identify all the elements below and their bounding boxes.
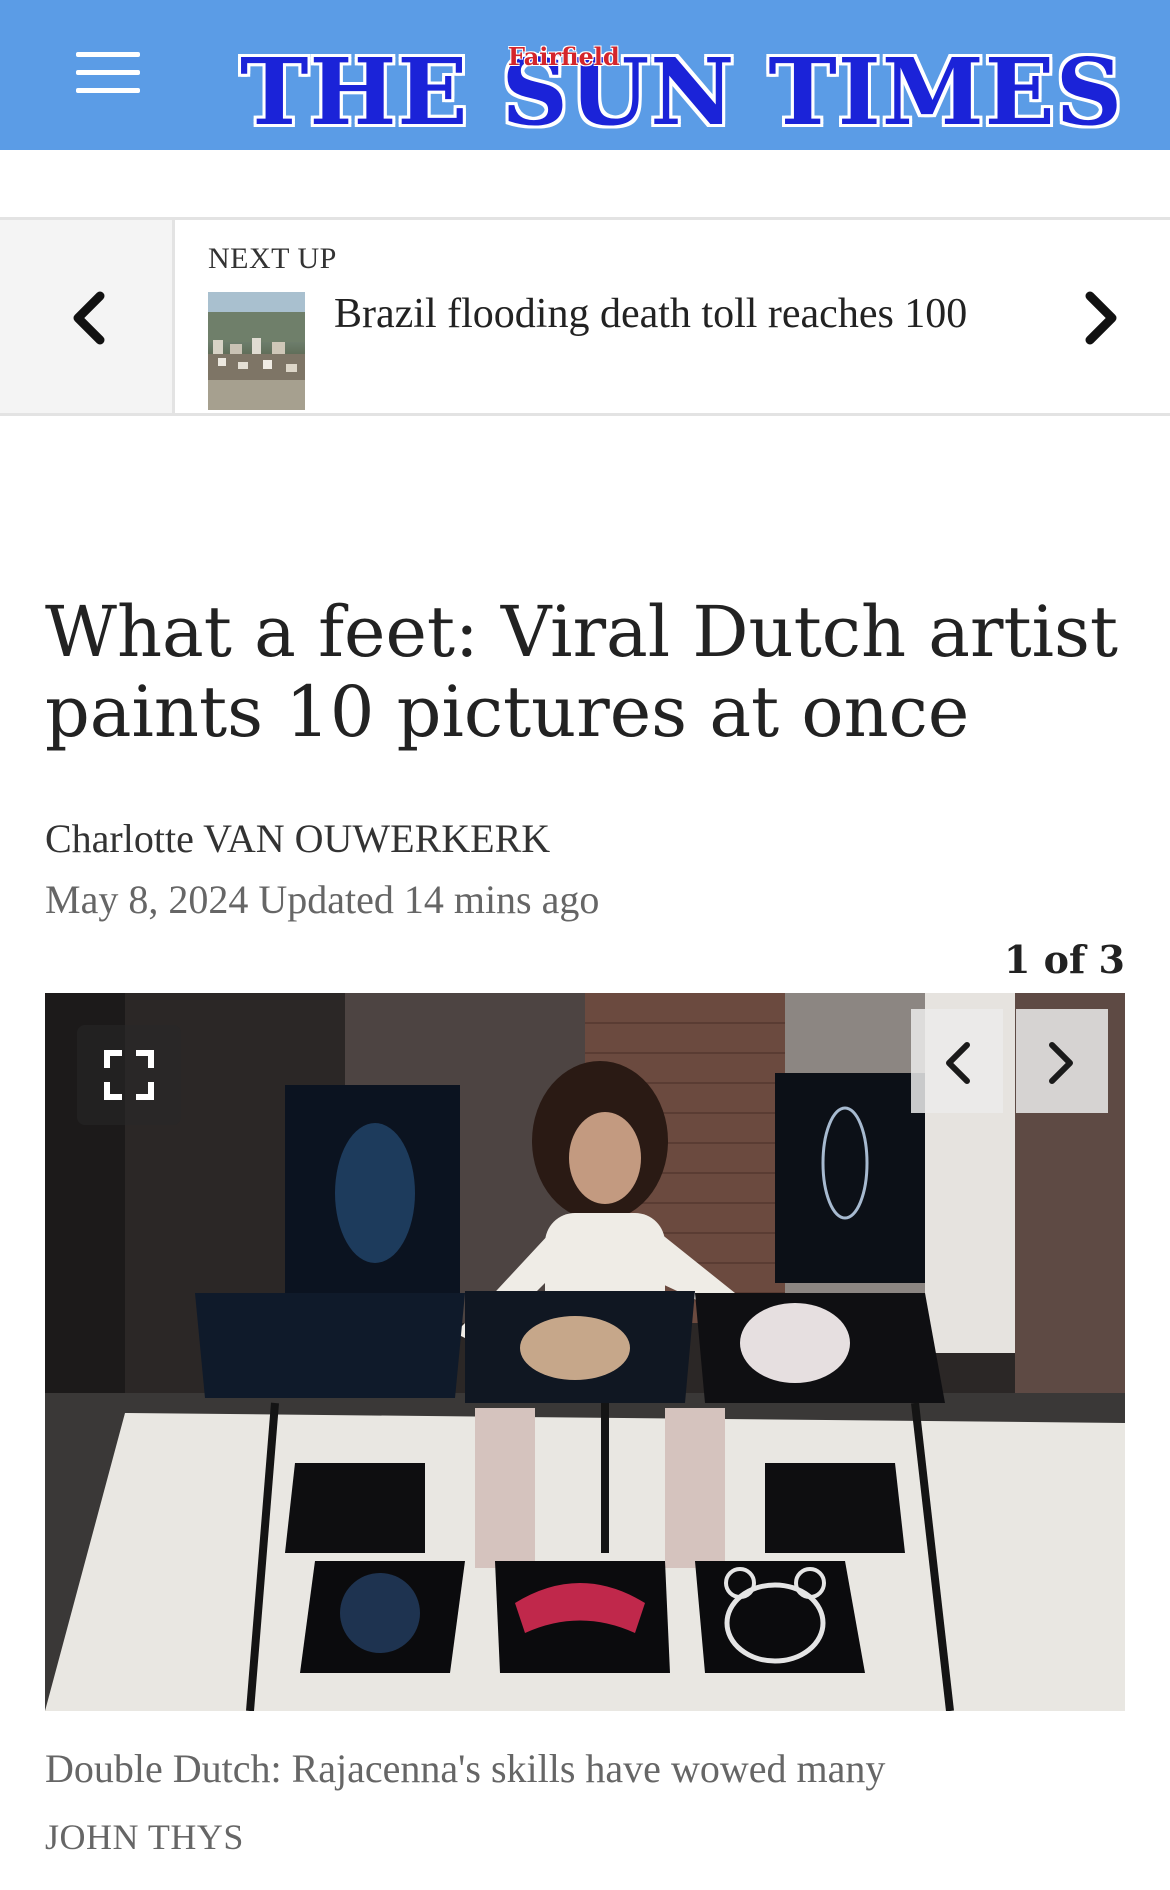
site-header: THE SUN TIMES Fairfield [0,0,1170,150]
chevron-left-icon [73,291,105,345]
fullscreen-button[interactable] [77,1025,181,1125]
logo-subtitle: Fairfield [508,42,620,71]
chevron-left-icon [946,1042,970,1084]
next-up-bar: NEXT UP Brazil flooding death toll reach… [0,217,1170,416]
gallery-counter: 1 of 3 [1003,937,1125,982]
fullscreen-icon [104,1050,154,1100]
article-author[interactable]: Charlotte VAN OUWERKERK [45,815,550,862]
photo-credit: JOHN THYS [45,1817,244,1857]
site-logo[interactable]: THE SUN TIMES Fairfield [240,36,1122,138]
next-up-thumbnail[interactable] [208,292,305,410]
article-headline: What a feet: Viral Dutch artist paints 1… [45,591,1119,753]
hamburger-menu-icon[interactable] [76,50,140,94]
photo-caption: Double Dutch: Rajacenna's skills have wo… [45,1746,886,1791]
chevron-right-icon [1049,1042,1073,1084]
chevron-right-icon[interactable] [1084,290,1120,346]
logo-title: THE SUN TIMES [240,38,1124,146]
next-up-label: NEXT UP [208,242,337,275]
gallery-next-button[interactable] [1016,1009,1108,1113]
gallery-photo[interactable] [45,993,1125,1711]
next-up-title-link[interactable]: Brazil flooding death toll reaches 100 [334,290,967,338]
next-up-prev-button[interactable] [0,220,175,413]
article-date: May 8, 2024 Updated 14 mins ago [45,877,600,922]
gallery-prev-button[interactable] [911,1009,1003,1113]
